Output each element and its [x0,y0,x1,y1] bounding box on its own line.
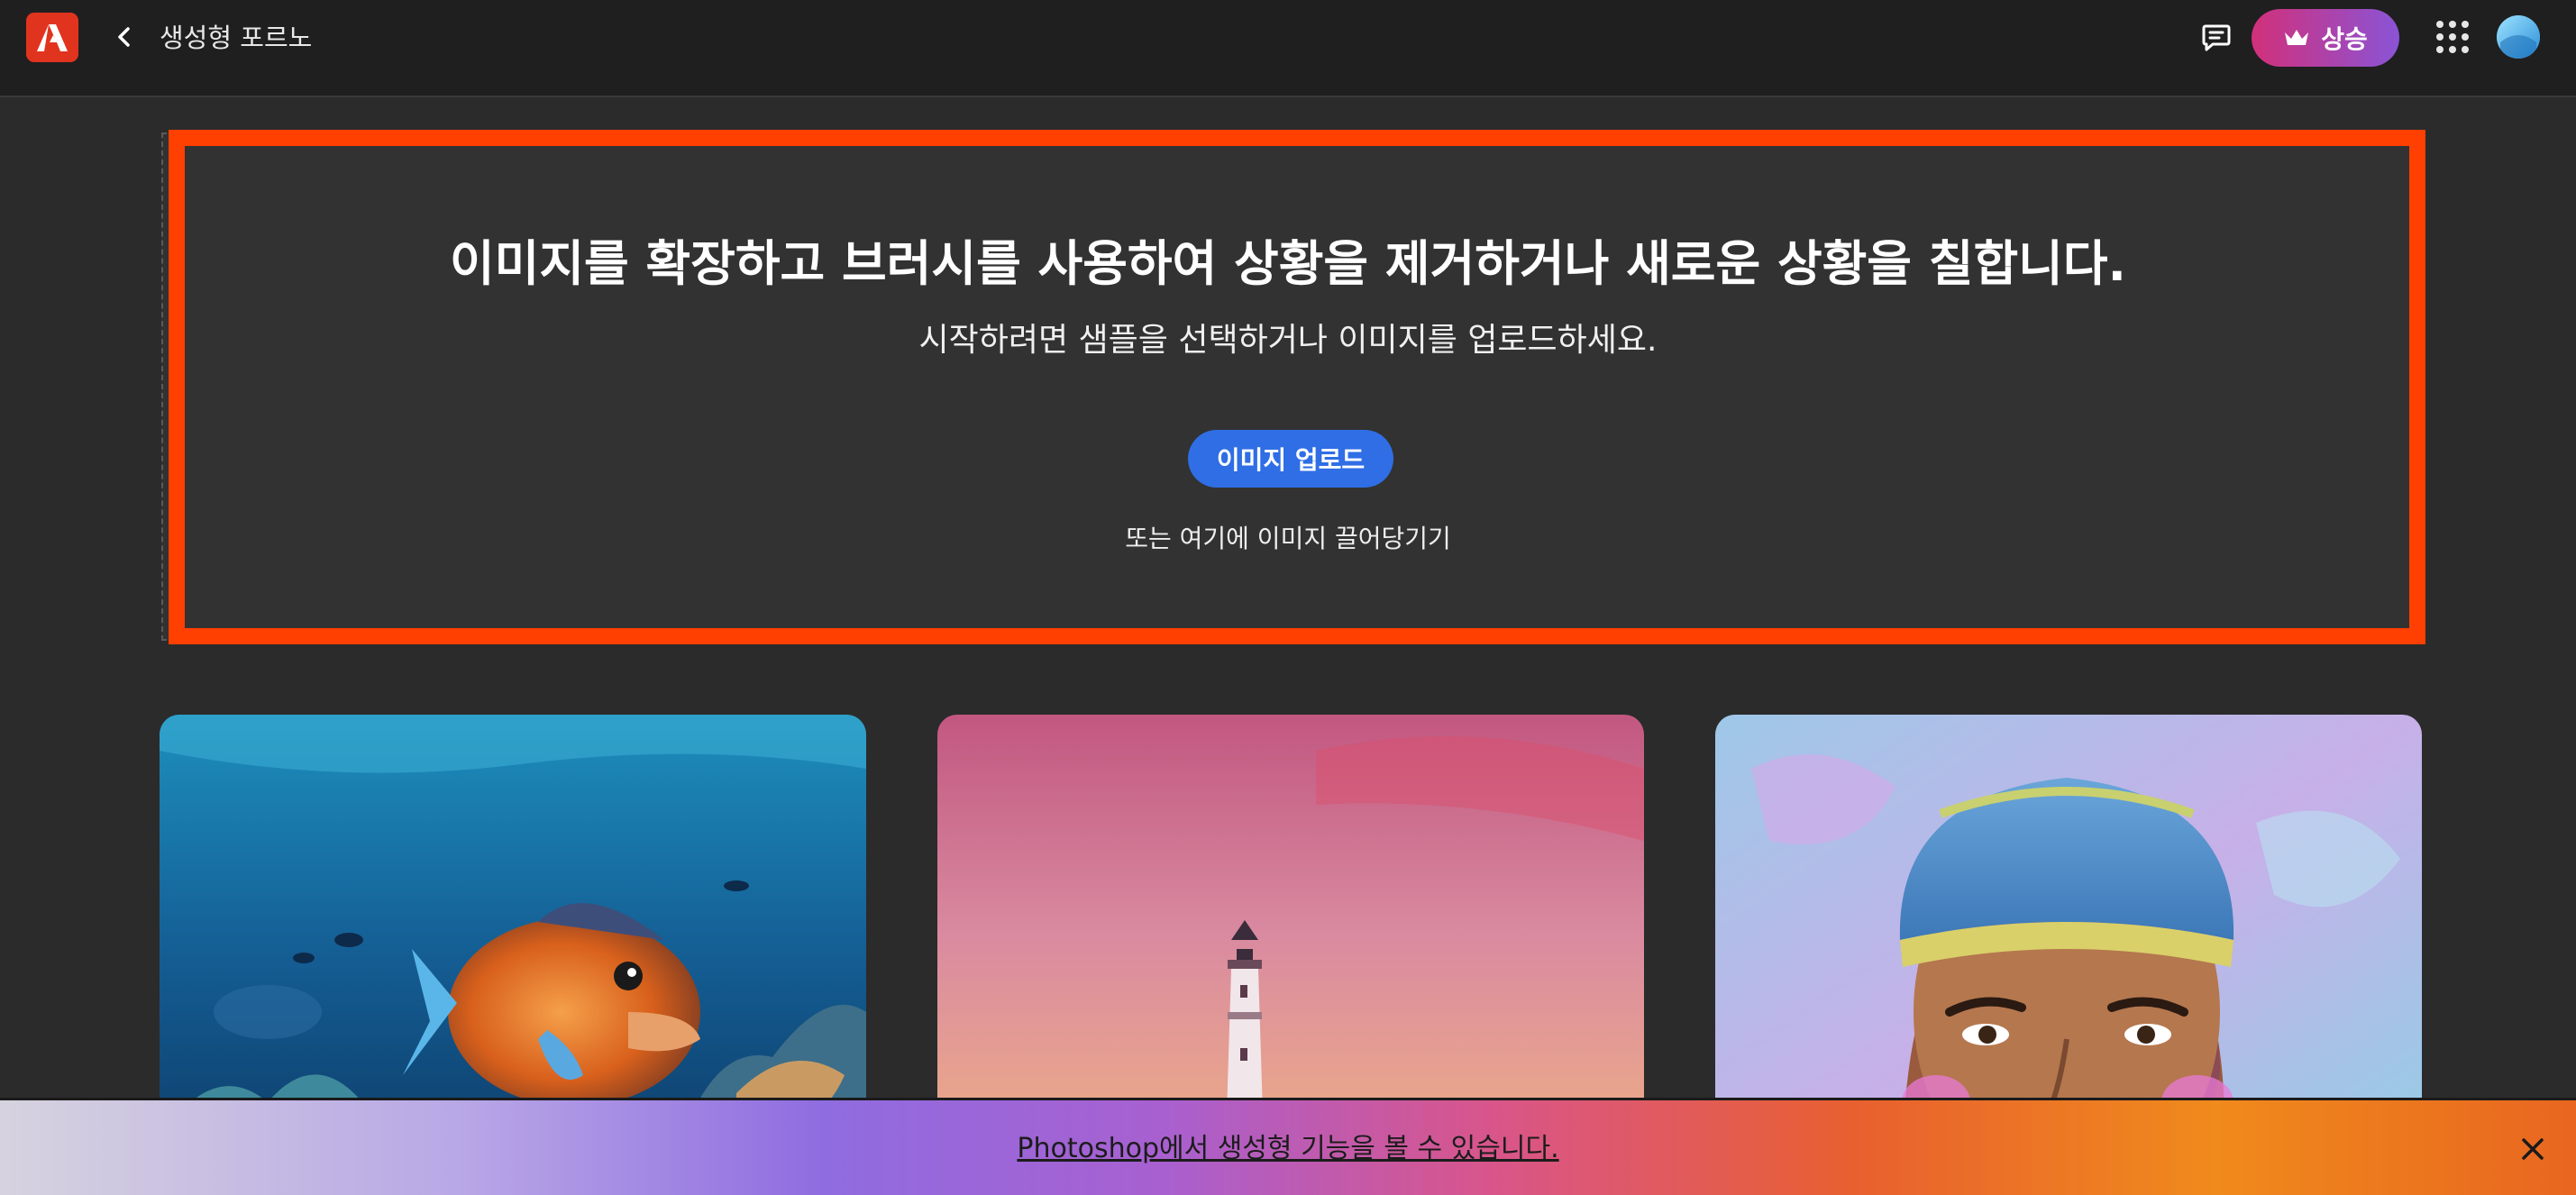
upload-image-button[interactable]: 이미지 업로드 [1188,430,1393,488]
upgrade-label: 상승 [2321,24,2368,54]
upgrade-button[interactable]: 상승 [2252,9,2399,67]
page: 생성형 포르노 상승 이미지를 확장하고 브러시를 사용하여 상황을 제거하거나… [0,0,2576,1195]
crown-icon [2285,30,2309,45]
apps-menu-button[interactable] [2434,18,2471,56]
upload-subline: 시작하려면 샘플을 선택하거나 이미지를 업로드하세요. [918,322,1658,359]
photoshop-promo-banner: Photoshop에서 생성형 기능을 볼 수 있습니다. [0,1098,2576,1195]
upload-drop-zone[interactable] [161,132,2418,641]
photoshop-promo-link[interactable]: Photoshop에서 생성형 기능을 볼 수 있습니다. [0,1100,2576,1195]
close-icon [2522,1138,2544,1160]
drag-drop-hint: 또는 여기에 이미지 끌어당기기 [1125,524,1451,553]
upload-headline: 이미지를 확장하고 브러시를 사용하여 상황을 제거하거나 새로운 상황을 칠합… [449,235,2127,292]
app-title: 생성형 포르노 [160,23,313,53]
user-avatar[interactable] [2497,15,2540,59]
top-bar: 생성형 포르노 상승 [0,0,2576,97]
banner-close-button[interactable] [2515,1131,2551,1167]
adobe-logo-icon[interactable] [26,13,78,62]
app-grid-icon [2436,21,2469,53]
feedback-button[interactable] [2196,16,2237,58]
back-button[interactable] [106,16,142,58]
chevron-left-icon [118,27,130,47]
chat-bubble-icon [2202,24,2231,51]
